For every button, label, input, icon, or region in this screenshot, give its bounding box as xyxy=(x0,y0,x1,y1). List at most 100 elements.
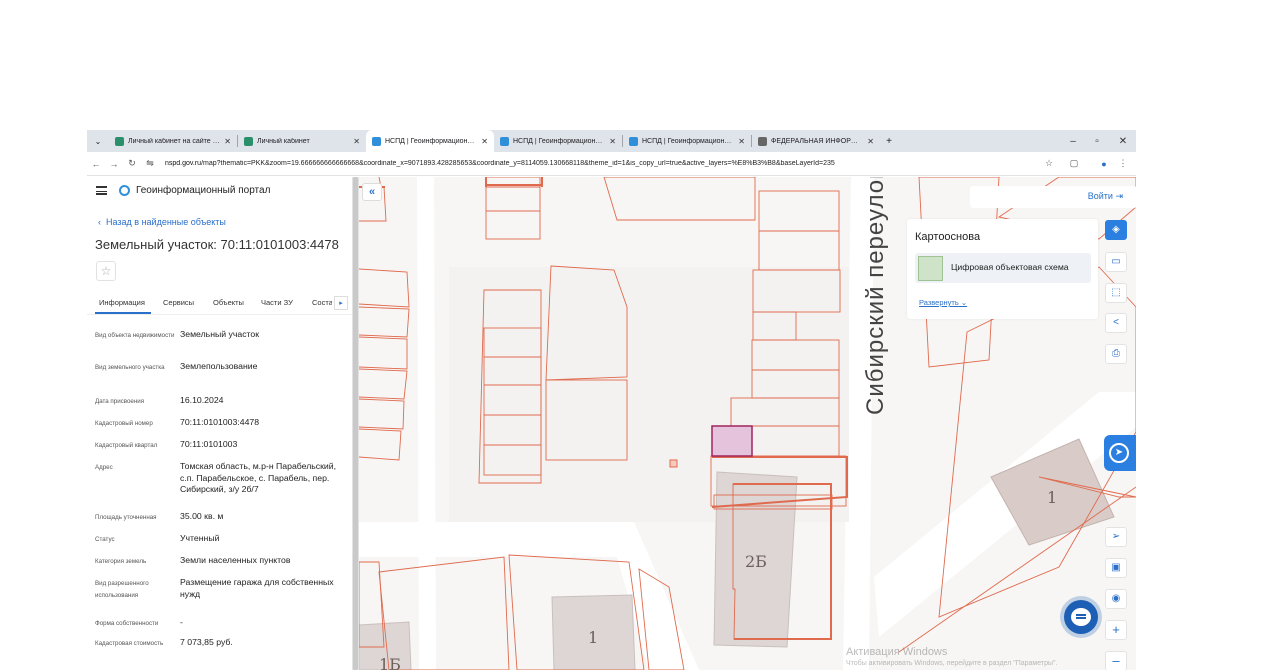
url-field[interactable]: nspd.gov.ru/map?thematic=PKK&zoom=19.666… xyxy=(165,160,1045,167)
building-number: 1 xyxy=(588,628,598,647)
attribute-label: Вид объекта недвижимости xyxy=(95,332,175,339)
basemap-thumbnail xyxy=(918,256,943,281)
attribute-value: 35.00 кв. м xyxy=(180,511,224,521)
side-panel-toggle[interactable]: ➤ xyxy=(1104,435,1136,471)
extensions-icon[interactable]: ▢ xyxy=(1065,158,1083,169)
zoom-out-button[interactable]: – xyxy=(1105,651,1127,670)
tab-favicon-icon xyxy=(629,136,638,146)
panel-scrollbar[interactable] xyxy=(352,177,359,670)
attribute-label: Категория земель xyxy=(95,558,147,565)
tab-title: Личный кабинет на сайте Рос xyxy=(128,137,221,145)
site-info-icon[interactable]: ⇋ xyxy=(141,158,159,169)
tab-services[interactable]: Сервисы xyxy=(163,298,194,307)
geolocation-icon[interactable]: ➢ xyxy=(1105,527,1127,547)
tab-title: НСПД | Геоинформационный xyxy=(513,137,606,145)
tab-close-icon[interactable]: ✕ xyxy=(353,137,360,146)
tab-title: Личный кабинет xyxy=(257,137,310,145)
road xyxy=(417,177,436,670)
tab-favicon-icon xyxy=(500,136,509,146)
tab-info[interactable]: Информация xyxy=(99,298,145,307)
tab-objects[interactable]: Объекты xyxy=(213,298,244,307)
basemap-option[interactable]: Цифровая объектовая схема xyxy=(915,253,1091,283)
print-icon[interactable]: ⎙ xyxy=(1105,344,1127,364)
attribute-label: Статус xyxy=(95,536,115,543)
attribute-label: Дата присвоения xyxy=(95,398,145,405)
parcel-marker xyxy=(669,459,678,468)
tab-favicon-icon xyxy=(244,136,253,146)
collapse-panel-button[interactable]: « xyxy=(362,183,382,201)
portal-logo-icon xyxy=(119,185,130,196)
zoom-in-button[interactable]: + xyxy=(1105,620,1127,640)
building-number: 1Б xyxy=(379,655,401,670)
new-tab-button[interactable]: + xyxy=(880,130,898,152)
maximize-icon[interactable]: ▫ xyxy=(1085,130,1109,152)
portal-title: Геоинформационный портал xyxy=(136,185,271,196)
ruler-icon[interactable]: ▭ xyxy=(1105,252,1127,272)
browser-tab[interactable]: НСПД | Геоинформационный ✕ xyxy=(623,130,751,152)
layers-icon[interactable]: ◈ xyxy=(1105,220,1127,240)
street-label: Сибирский переулок xyxy=(862,177,889,415)
windows-watermark-title: Активация Windows xyxy=(846,646,948,658)
browser-tab[interactable]: Личный кабинет ✕ xyxy=(238,130,366,152)
forward-icon[interactable]: → xyxy=(105,159,123,169)
reload-icon[interactable]: ↻ xyxy=(123,158,141,169)
chat-icon xyxy=(1071,608,1091,626)
chat-button[interactable] xyxy=(1064,600,1098,634)
map-canvas[interactable]: Сибирский переулок 1 2Б 1 1Б « Войти ⇥ К… xyxy=(359,177,1136,670)
attribute-value: 70:11:0101003:4478 xyxy=(180,417,260,427)
favorite-star-icon[interactable]: ☆ xyxy=(96,261,116,281)
building-number: 2Б xyxy=(745,552,767,571)
tab-close-icon[interactable]: ✕ xyxy=(738,137,745,146)
tabs-scroll-right-icon[interactable]: ▸ xyxy=(334,296,348,310)
attribute-label: Кадастровый номер xyxy=(95,420,153,427)
attribute-value: 16.10.2024 xyxy=(180,395,224,405)
info-tabs: Информация Сервисы Объекты Части ЗУ Сост… xyxy=(87,293,353,315)
tab-close-icon[interactable]: ✕ xyxy=(224,137,231,146)
object-info-panel: Геоинформационный портал ‹ Назад в найде… xyxy=(87,177,353,670)
minimize-icon[interactable]: – xyxy=(1061,130,1085,152)
close-window-icon[interactable]: ✕ xyxy=(1111,130,1135,152)
attribute-label: Адрес xyxy=(95,464,113,471)
marker-icon[interactable]: ◉ xyxy=(1105,589,1127,609)
browser-tab[interactable]: Личный кабинет на сайте Рос ✕ xyxy=(109,130,237,152)
back-icon[interactable]: ← xyxy=(87,159,105,169)
attribute-value: - xyxy=(180,617,183,627)
compass-icon: ➤ xyxy=(1109,443,1129,463)
object-title: Земельный участок: 70:11:0101003:4478 xyxy=(95,237,339,252)
attribute-value: Земли населенных пунктов xyxy=(180,555,291,565)
tab-close-icon[interactable]: ✕ xyxy=(609,137,616,146)
tab-strip: ⌄ Личный кабинет на сайте Рос ✕ Личный каб… xyxy=(87,130,1136,152)
profile-icon[interactable]: ● xyxy=(1095,159,1113,169)
basemap-switch-icon[interactable]: ▣ xyxy=(1105,558,1127,578)
share-icon[interactable]: < xyxy=(1105,313,1127,333)
login-button[interactable]: Войти ⇥ xyxy=(1088,191,1123,202)
attribute-label: Вид разрешенного использования xyxy=(95,580,149,599)
tab-close-icon[interactable]: ✕ xyxy=(867,137,874,146)
attribute-value: 7 073,85 руб. xyxy=(180,637,233,647)
tab-composition[interactable]: Соста xyxy=(312,298,332,307)
tab-parts[interactable]: Части ЗУ xyxy=(261,298,293,307)
attribute-value: Размещение гаража для собственных нужд xyxy=(180,577,334,599)
browser-window: ⌄ Личный кабинет на сайте Рос ✕ Личный каб… xyxy=(87,130,1136,670)
browser-tab[interactable]: НСПД | Геоинформационный ✕ xyxy=(366,130,494,152)
bookmark-star-icon[interactable]: ☆ xyxy=(1040,158,1058,169)
attribute-label: Кадастровый квартал xyxy=(95,442,158,449)
active-tab-indicator xyxy=(95,312,151,314)
basemap-expand-link[interactable]: Развернуть ⌄ xyxy=(919,298,967,307)
tab-close-icon[interactable]: ✕ xyxy=(481,137,488,146)
tab-title: НСПД | Геоинформационный xyxy=(385,137,478,145)
back-link[interactable]: ‹ Назад в найденные объекты xyxy=(98,217,226,227)
tab-favicon-icon xyxy=(115,136,124,146)
attribute-value: Земельный участок xyxy=(180,329,260,339)
menu-icon[interactable]: ⋮ xyxy=(1114,158,1132,169)
address-bar: ← → ↻ ⇋ nspd.gov.ru/map?thematic=PKK&zoo… xyxy=(87,152,1136,176)
selected-parcel[interactable] xyxy=(711,425,753,457)
windows-watermark-text: Чтобы активировать Windows, перейдите в … xyxy=(846,660,1058,667)
browser-tab[interactable]: ФЕДЕРАЛЬНАЯ ИНФОРМАЦИ ✕ xyxy=(752,130,880,152)
tab-search-button[interactable]: ⌄ xyxy=(87,130,109,152)
area-measure-icon[interactable]: ⬚ xyxy=(1105,283,1127,303)
hamburger-menu-icon[interactable] xyxy=(96,186,107,195)
browser-tab[interactable]: НСПД | Геоинформационный ✕ xyxy=(494,130,622,152)
tab-favicon-icon xyxy=(758,136,767,146)
attribute-value: 70:11:0101003 xyxy=(180,439,238,449)
